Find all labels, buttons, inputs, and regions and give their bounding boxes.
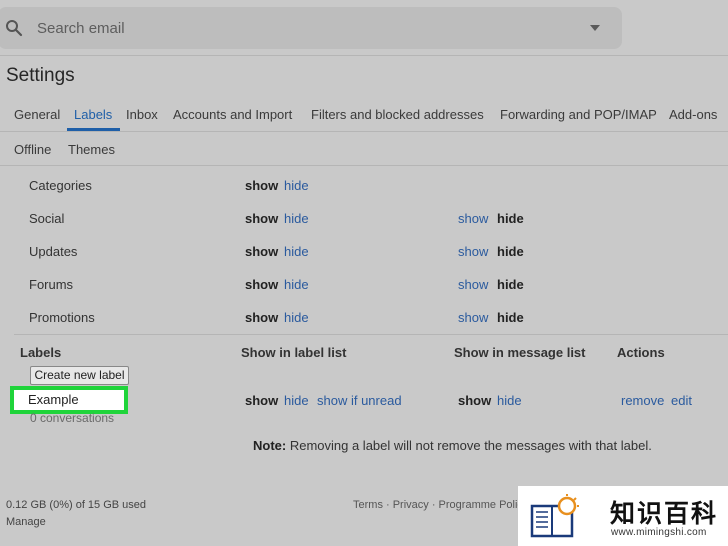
- category-hide-link[interactable]: hide: [284, 211, 309, 226]
- message-list-hide-selected: hide: [497, 277, 524, 292]
- label-message-hide-link[interactable]: hide: [497, 393, 522, 408]
- labels-note: Note: Removing a label will not remove t…: [253, 438, 652, 453]
- tab-labels[interactable]: Labels: [74, 107, 112, 122]
- message-list-show-link[interactable]: show: [458, 277, 488, 292]
- category-label: Forums: [29, 277, 74, 292]
- tab-forwarding[interactable]: Forwarding and POP/IMAP: [500, 107, 657, 122]
- category-show-selected: show: [245, 310, 279, 325]
- label-list-column-header: Show in label list: [241, 345, 347, 360]
- page-title: Settings: [6, 65, 75, 86]
- search-input[interactable]: Search email: [37, 20, 125, 37]
- tab-accounts-and-import[interactable]: Accounts and Import: [173, 107, 292, 122]
- label-show-selected: show: [245, 393, 279, 408]
- category-label: Social: [29, 211, 65, 226]
- label-conversation-count: 0 conversations: [30, 411, 115, 425]
- category-show-selected: show: [245, 178, 279, 193]
- note-text: Removing a label will not remove the mes…: [286, 438, 652, 453]
- divider: [0, 165, 728, 166]
- message-list-show-link[interactable]: show: [458, 310, 488, 325]
- category-hide-link[interactable]: hide: [284, 244, 309, 259]
- tab-offline[interactable]: Offline: [14, 142, 51, 157]
- storage-usage: 0.12 GB (0%) of 15 GB used: [6, 499, 147, 511]
- watermark-title: 知识百科: [610, 499, 719, 528]
- label-hide-link[interactable]: hide: [284, 393, 309, 408]
- category-hide-link[interactable]: hide: [284, 178, 309, 193]
- category-show-selected: show: [245, 244, 279, 259]
- tab-inbox[interactable]: Inbox: [126, 107, 158, 122]
- watermark-url: www.mimingshi.com: [611, 527, 707, 538]
- search-bar[interactable]: Search email: [0, 7, 622, 49]
- category-show-selected: show: [245, 277, 279, 292]
- label-message-show-selected: show: [458, 393, 492, 408]
- watermark: 知识百科 www.mimingshi.com: [518, 486, 728, 546]
- message-list-show-link[interactable]: show: [458, 244, 488, 259]
- tab-themes[interactable]: Themes: [68, 142, 115, 157]
- label-highlight[interactable]: Example: [10, 386, 128, 414]
- label-name[interactable]: Example: [28, 392, 79, 407]
- message-list-hide-selected: hide: [497, 211, 524, 226]
- category-label: Updates: [29, 244, 78, 259]
- label-remove-link[interactable]: remove: [621, 393, 664, 408]
- tab-filters[interactable]: Filters and blocked addresses: [311, 107, 484, 122]
- divider: [0, 131, 728, 132]
- message-list-hide-selected: hide: [497, 244, 524, 259]
- note-bold: Note:: [253, 438, 287, 453]
- book-lightbulb-icon: [530, 494, 579, 538]
- label-show-if-unread-link[interactable]: show if unread: [317, 393, 402, 408]
- category-label: Categories: [29, 178, 92, 193]
- message-list-column-header: Show in message list: [454, 345, 586, 360]
- category-hide-link[interactable]: hide: [284, 310, 309, 325]
- manage-storage-link[interactable]: Manage: [6, 516, 46, 528]
- tab-general[interactable]: General: [14, 107, 60, 122]
- message-list-show-link[interactable]: show: [458, 211, 488, 226]
- footer-links[interactable]: Terms · Privacy · Programme Policies: [353, 499, 521, 511]
- actions-column-header: Actions: [617, 345, 665, 360]
- tab-add-ons[interactable]: Add-ons: [669, 107, 717, 122]
- create-new-label-button[interactable]: Create new label: [30, 366, 129, 385]
- divider: [14, 334, 728, 335]
- message-list-hide-selected: hide: [497, 310, 524, 325]
- search-icon[interactable]: [5, 19, 23, 37]
- category-show-selected: show: [245, 211, 279, 226]
- labels-column-header: Labels: [20, 345, 62, 360]
- category-hide-link[interactable]: hide: [284, 277, 309, 292]
- search-options-icon[interactable]: [590, 25, 600, 31]
- divider: [0, 55, 728, 56]
- category-label: Promotions: [29, 310, 95, 325]
- label-edit-link[interactable]: edit: [671, 393, 692, 408]
